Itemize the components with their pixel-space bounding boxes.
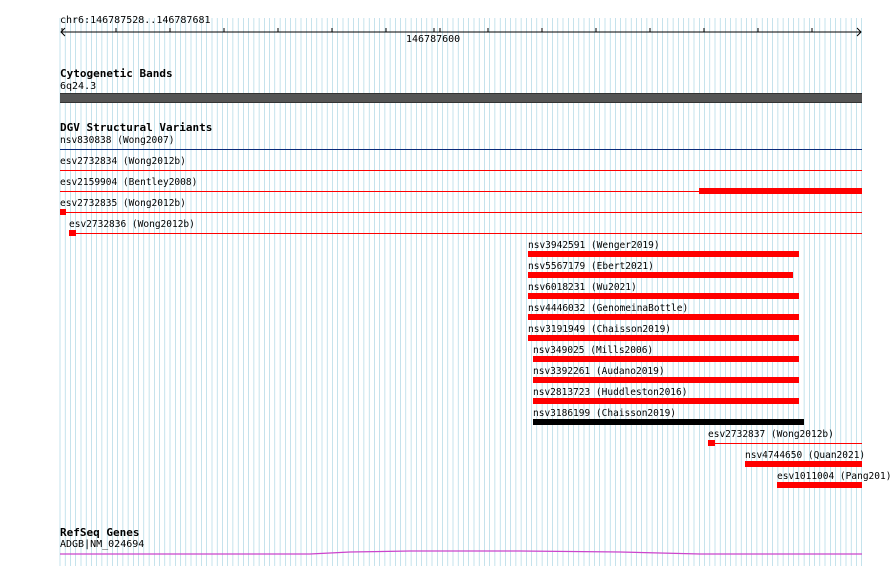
dgv-feature-study: Mills2006 [595, 345, 648, 356]
dgv-feature-name: nsv4744650 [745, 450, 803, 461]
dgv-feature-label[interactable]: esv1011004 (Pang201) [777, 471, 890, 482]
dgv-feature-study: Wong2012b [128, 198, 181, 209]
dgv-feature-study: Wenger2019 [596, 240, 654, 251]
dgv-feature-study: Bentley2008 [128, 177, 192, 188]
dgv-feature-bar[interactable] [699, 188, 862, 194]
dgv-feature-label[interactable]: nsv3191949 (Chaisson2019) [528, 324, 671, 335]
dgv-feature-label[interactable]: esv2732837 (Wong2012b) [708, 429, 834, 440]
dgv-feature-label[interactable]: nsv3392261 (Audano2019) [533, 366, 665, 377]
dgv-feature-study: Chaisson2019 [596, 324, 666, 335]
dgv-feature-study: Ebert2021 [596, 261, 649, 272]
cytoband-bar[interactable] [60, 93, 862, 103]
dgv-feature-study: Chaisson2019 [601, 408, 671, 419]
dgv-feature-connector-line [60, 212, 862, 213]
dgv-feature-label[interactable]: nsv4744650 (Quan2021) [745, 450, 865, 461]
dgv-feature-label[interactable]: nsv830838 (Wong2007) [60, 135, 174, 146]
dgv-feature-study: GenomeinaBottle [596, 303, 683, 314]
dgv-feature-name: nsv2813723 [533, 387, 591, 398]
dgv-feature-study: Audano2019 [601, 366, 659, 377]
dgv-feature-name: esv2159904 [60, 177, 118, 188]
dgv-feature-bar[interactable] [528, 251, 799, 257]
dgv-feature-study: Pang201 [845, 471, 886, 482]
dgv-feature-name: nsv6018231 [528, 282, 586, 293]
ruler-tick-label: 146787600 [406, 34, 461, 45]
dgv-feature-name: nsv349025 [533, 345, 585, 356]
dgv-feature-bar[interactable] [533, 419, 804, 425]
dgv-feature-bar[interactable] [528, 335, 799, 341]
cytoband-label: 6q24.3 [60, 81, 97, 92]
dgv-feature-connector-line [60, 149, 862, 150]
dgv-feature-name: nsv3186199 [533, 408, 591, 419]
dgv-feature-label[interactable]: nsv3186199 (Chaisson2019) [533, 408, 676, 419]
dgv-feature-study: Wong2007 [122, 135, 169, 146]
dgv-feature-bar[interactable] [708, 440, 715, 446]
dgv-feature-label[interactable]: esv2732834 (Wong2012b) [60, 156, 186, 167]
dgv-feature-study: Quan2021 [813, 450, 860, 461]
dgv-feature-name: esv2732835 [60, 198, 118, 209]
dgv-feature-study: Wong2012b [776, 429, 829, 440]
dgv-feature-name: nsv5567179 [528, 261, 586, 272]
dgv-track-title: DGV Structural Variants [60, 121, 213, 134]
dgv-feature-label[interactable]: nsv3942591 (Wenger2019) [528, 240, 660, 251]
dgv-feature-label[interactable]: nsv6018231 (Wu2021) [528, 282, 637, 293]
dgv-feature-name: nsv4446032 [528, 303, 586, 314]
dgv-feature-bar[interactable] [533, 377, 799, 383]
dgv-feature-connector-line [60, 170, 862, 171]
dgv-feature-label[interactable]: esv2159904 (Bentley2008) [60, 177, 197, 188]
dgv-feature-label[interactable]: nsv5567179 (Ebert2021) [528, 261, 654, 272]
dgv-feature-label[interactable]: nsv4446032 (GenomeinaBottle) [528, 303, 688, 314]
refseq-track-title: RefSeq Genes [60, 526, 140, 539]
dgv-feature-study: Wong2012b [128, 156, 181, 167]
dgv-feature-study: Wong2012b [137, 219, 190, 230]
dgv-feature-label[interactable]: esv2732835 (Wong2012b) [60, 198, 186, 209]
dgv-feature-name: nsv3392261 [533, 366, 591, 377]
dgv-feature-name: nsv3942591 [528, 240, 586, 251]
dgv-feature-label[interactable]: nsv349025 (Mills2006) [533, 345, 653, 356]
dgv-feature-label[interactable]: esv2732836 (Wong2012b) [69, 219, 195, 230]
dgv-feature-connector-line [708, 443, 862, 444]
dgv-feature-bar[interactable] [533, 356, 799, 362]
background-grid [59, 18, 863, 566]
dgv-feature-bar[interactable] [528, 293, 799, 299]
dgv-feature-study: Wu2021 [596, 282, 631, 293]
dgv-feature-name: esv2732834 [60, 156, 118, 167]
dgv-feature-name: nsv3191949 [528, 324, 586, 335]
dgv-feature-study: Huddleston2016 [601, 387, 682, 398]
dgv-feature-bar[interactable] [745, 461, 862, 467]
dgv-feature-name: esv2732837 [708, 429, 766, 440]
cytoband-track-title: Cytogenetic Bands [60, 67, 173, 80]
ruler-axis[interactable] [58, 25, 864, 39]
dgv-feature-name: esv2732836 [69, 219, 127, 230]
refseq-gene-line[interactable] [60, 546, 862, 558]
dgv-feature-bar[interactable] [528, 272, 793, 278]
dgv-feature-bar[interactable] [533, 398, 799, 404]
dgv-feature-bar[interactable] [528, 314, 799, 320]
dgv-feature-label[interactable]: nsv2813723 (Huddleston2016) [533, 387, 687, 398]
dgv-feature-connector-line [69, 233, 862, 234]
dgv-feature-bar[interactable] [777, 482, 862, 488]
dgv-feature-bar[interactable] [60, 209, 66, 215]
dgv-feature-name: esv1011004 [777, 471, 835, 482]
dgv-feature-name: nsv830838 [60, 135, 112, 146]
dgv-feature-bar[interactable] [69, 230, 76, 236]
